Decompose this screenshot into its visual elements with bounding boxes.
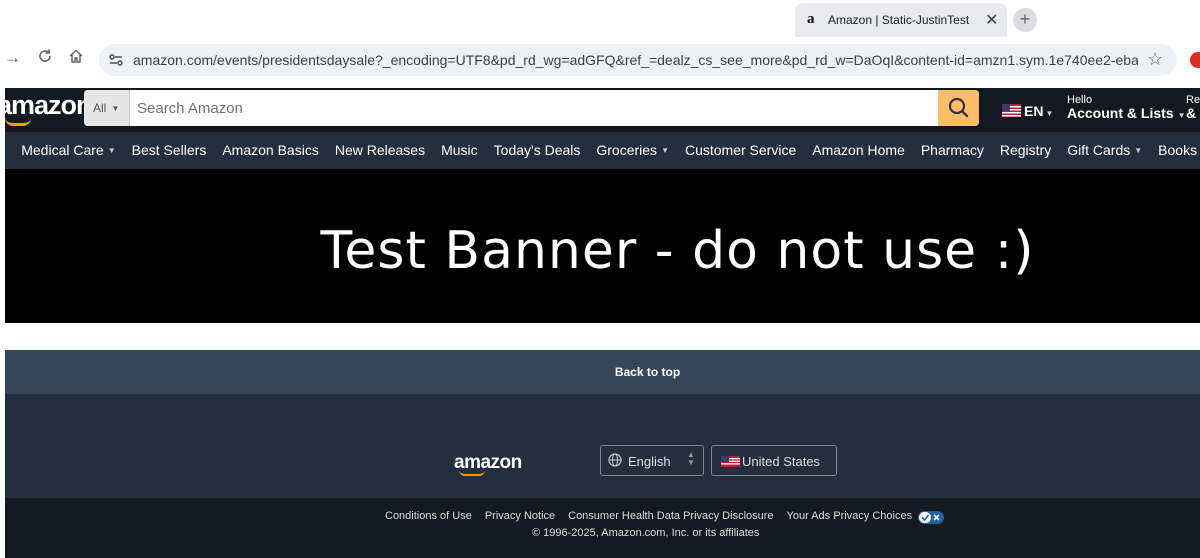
amazon-nav-bar: llMedical Care▼Best SellersAmazon Basics… — [5, 132, 1200, 169]
nav-item-label: Today's Deals — [493, 142, 581, 158]
amazon-header: amazon All▼ EN▼ Hello Account & Lists▼ R… — [0, 88, 1200, 132]
footer-bottom: Conditions of Use Privacy Notice Consume… — [5, 498, 1200, 558]
ads-privacy-choices-link[interactable]: Your Ads Privacy Choices — [787, 510, 913, 523]
footer-main: amazon English ▲ ▼ United States — [5, 394, 1200, 498]
nav-item-registry[interactable]: Registry — [1000, 142, 1051, 158]
extension-icon[interactable] — [1190, 52, 1200, 68]
amazon-smile-icon — [5, 118, 31, 126]
browser-tab[interactable]: a Amazon | Static-JustinTest ✕ — [795, 3, 1007, 37]
back-to-top-button[interactable]: Back to top — [5, 350, 1200, 394]
nav-item-label: Gift Cards — [1067, 142, 1131, 158]
nav-item-label: Music — [441, 142, 478, 158]
forward-icon[interactable]: → — [4, 48, 21, 68]
tab-title: Amazon | Static-JustinTest — [828, 13, 970, 27]
nav-item-label: Pharmacy — [920, 142, 984, 158]
language-label: EN — [1024, 103, 1044, 119]
nav-item-music[interactable]: Music — [441, 142, 478, 158]
nav-item-best-sellers[interactable]: Best Sellers — [132, 142, 207, 158]
promo-banner[interactable]: Test Banner - do not use :) — [5, 169, 1200, 323]
caret-down-icon: ▼ — [661, 146, 669, 155]
new-tab-icon[interactable]: + — [1013, 8, 1037, 32]
nav-item-pharmacy[interactable]: Pharmacy — [921, 142, 984, 158]
banner-text: Test Banner - do not use :) — [320, 221, 1035, 281]
updown-arrows-icon: ▲ ▼ — [687, 450, 695, 467]
nav-item-amazon-basics[interactable]: Amazon Basics — [222, 142, 318, 158]
language-selector[interactable]: EN ▼ — [1024, 103, 1053, 119]
nav-item-label: Best Sellers — [131, 142, 207, 158]
nav-item-books[interactable]: Books — [1158, 142, 1197, 158]
search-button[interactable] — [938, 90, 979, 126]
caret-down-icon: ▼ — [1177, 111, 1186, 120]
address-bar[interactable]: amazon.com/events/presidentsdaysale?_enc… — [99, 44, 1177, 76]
nav-item-label: Books — [1158, 142, 1198, 158]
browser-tabstrip: a Amazon | Static-JustinTest ✕ + — [0, 0, 1200, 40]
health-data-privacy-link[interactable]: Consumer Health Data Privacy Disclosure — [568, 510, 773, 523]
nav-item-amazon-home[interactable]: Amazon Home — [812, 142, 905, 158]
nav-list: llMedical Care▼Best SellersAmazon Basics… — [5, 142, 1200, 158]
bookmark-star-icon[interactable]: ☆ — [1147, 49, 1163, 70]
privacy-choices-toggle-icon[interactable] — [918, 511, 945, 524]
search-category-dropdown[interactable]: All ▼ — [84, 90, 130, 126]
footer-links: Conditions of Use Privacy Notice Consume… — [385, 510, 945, 524]
nav-item-label: Amazon Basics — [222, 142, 319, 158]
orders-label[interactable]: & — [1186, 105, 1196, 121]
home-icon[interactable] — [68, 48, 84, 69]
url-text[interactable]: amazon.com/events/presidentsdaysale?_enc… — [133, 52, 1138, 68]
nav-item-label: Medical Care — [21, 142, 104, 158]
caret-down-icon: ▼ — [1134, 146, 1143, 155]
caret-down-icon: ▼ — [1045, 109, 1054, 118]
footer-language-select[interactable]: English ▲ ▼ — [600, 445, 704, 476]
nav-item-label: Groceries — [596, 142, 658, 158]
nav-item-label: New Releases — [334, 142, 426, 158]
account-lists-menu[interactable]: Account & Lists ▼ — [1067, 105, 1186, 121]
nav-item-today-s-deals[interactable]: Today's Deals — [494, 142, 581, 158]
caret-down-icon: ▼ — [107, 146, 116, 155]
footer-country-label: United States — [742, 454, 821, 469]
nav-item-label: Amazon Home — [812, 142, 905, 158]
us-flag-icon — [1002, 104, 1021, 117]
account-lists-label: Account & Lists — [1067, 105, 1174, 121]
nav-item-groceries[interactable]: Groceries ▼ — [596, 142, 669, 158]
nav-item-new-releases[interactable]: New Releases — [335, 142, 425, 158]
footer-language-label: English — [628, 454, 671, 469]
site-info-icon[interactable] — [107, 51, 125, 69]
amazon-smile-icon — [459, 470, 485, 476]
nav-item-medical-care[interactable]: Medical Care ▼ — [21, 142, 115, 158]
copyright-text: © 1996-2025, Amazon.com, Inc. or its aff… — [532, 527, 760, 539]
reload-icon[interactable] — [37, 48, 53, 69]
globe-icon — [608, 453, 622, 467]
footer-country-select[interactable]: United States — [711, 445, 837, 476]
amazon-favicon-icon: a — [807, 11, 815, 27]
nav-item-label: Customer Service — [684, 142, 797, 158]
caret-down-icon: ▼ — [111, 104, 120, 113]
us-flag-icon — [721, 456, 740, 467]
nav-item-label: Registry — [999, 142, 1052, 158]
nav-item-gift-cards[interactable]: Gift Cards ▼ — [1067, 142, 1142, 158]
search-category-label: All — [93, 101, 107, 115]
amazon-logo[interactable]: amazon — [0, 90, 93, 121]
tab-close-icon[interactable]: ✕ — [985, 10, 998, 30]
search-icon — [948, 97, 969, 118]
conditions-of-use-link[interactable]: Conditions of Use — [385, 510, 472, 523]
privacy-notice-link[interactable]: Privacy Notice — [485, 510, 555, 523]
nav-item-customer-service[interactable]: Customer Service — [685, 142, 796, 158]
search-bar: All ▼ — [84, 90, 979, 126]
browser-toolbar: → amazon.com/events/presidentsdaysale?_e… — [0, 40, 1200, 80]
search-input[interactable] — [130, 90, 938, 126]
